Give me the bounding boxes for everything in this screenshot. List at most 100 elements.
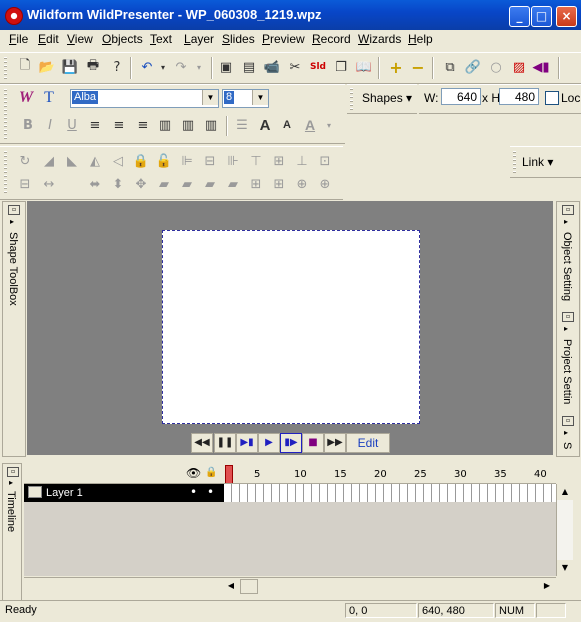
export-icon[interactable]: ▨ bbox=[510, 58, 528, 76]
toolbar-grip[interactable] bbox=[4, 57, 7, 79]
play-slide-icon[interactable]: ▶▮ bbox=[236, 433, 258, 453]
align-center-h-icon[interactable]: ⊟ bbox=[201, 152, 219, 170]
font-color-icon[interactable]: A bbox=[301, 116, 319, 134]
object-setting-label[interactable]: Object Setting bbox=[561, 232, 573, 301]
project-settings-label[interactable]: Project Settin bbox=[561, 339, 573, 404]
panel-arrow-icon[interactable]: ▸ bbox=[10, 217, 14, 226]
panel-arrow-icon[interactable]: ▸ bbox=[564, 324, 568, 333]
rewind-icon[interactable]: ◀◀ bbox=[191, 433, 213, 453]
bullets-icon[interactable]: ☰ bbox=[233, 116, 251, 134]
font-color-dropdown-icon[interactable]: ▾ bbox=[320, 116, 338, 134]
panel-pin-icon[interactable]: ▫ bbox=[7, 467, 19, 477]
panel-arrow-icon[interactable]: ▸ bbox=[564, 428, 568, 437]
stop-icon[interactable]: ■ bbox=[302, 433, 324, 453]
app-icon[interactable] bbox=[5, 7, 23, 25]
toolbar-grip[interactable] bbox=[4, 151, 7, 195]
stretch-h-icon[interactable]: ↔ bbox=[40, 175, 58, 193]
align-right-edge-icon[interactable]: ⊪ bbox=[224, 152, 242, 170]
text-tool-icon[interactable]: T bbox=[40, 89, 58, 107]
group-icon[interactable]: ⧉ bbox=[441, 58, 459, 76]
circle-icon[interactable]: ○ bbox=[487, 58, 505, 76]
minimize-button[interactable]: _ bbox=[509, 6, 530, 27]
font-name-select[interactable]: Alba ▼ bbox=[70, 89, 219, 108]
slide-view-icon[interactable]: ▣ bbox=[217, 58, 235, 76]
panel-arrow-icon[interactable]: ▸ bbox=[564, 217, 568, 226]
record-video-icon[interactable]: 📹 bbox=[263, 58, 281, 76]
play-all-icon[interactable]: ▮▶ bbox=[280, 433, 302, 453]
pause-icon[interactable]: ❚❚ bbox=[214, 433, 236, 453]
align-top-icon[interactable]: ⊤ bbox=[247, 152, 265, 170]
shrink-font-icon[interactable]: A bbox=[278, 116, 296, 134]
font-size-select[interactable]: 8 ▼ bbox=[222, 89, 269, 108]
unlock-icon[interactable]: 🔓 bbox=[155, 152, 173, 170]
edit-button[interactable]: Edit bbox=[346, 433, 390, 453]
scroll-down-icon[interactable]: ▼ bbox=[557, 560, 573, 576]
save-icon[interactable]: 💾 bbox=[61, 58, 79, 76]
slide-canvas[interactable] bbox=[162, 230, 420, 424]
skew-right-icon[interactable]: ◣ bbox=[63, 152, 81, 170]
maximize-button[interactable]: □ bbox=[531, 6, 552, 27]
toolbar-grip[interactable] bbox=[4, 89, 7, 139]
align-left-icon[interactable]: ≡ bbox=[86, 116, 104, 134]
menu-objects[interactable]: Objects bbox=[102, 32, 143, 46]
flip-vertical-icon[interactable]: ◁ bbox=[109, 152, 127, 170]
link-dropdown[interactable]: Link ▾ bbox=[522, 155, 553, 169]
new-icon[interactable]: 🗋 bbox=[16, 58, 34, 76]
space-h-icon[interactable]: ⊞ bbox=[247, 175, 265, 193]
play-icon[interactable]: ▶ bbox=[258, 433, 280, 453]
open-icon[interactable]: 📂 bbox=[38, 58, 56, 76]
panel-pin-icon[interactable]: ▫ bbox=[562, 312, 574, 322]
scroll-up-icon[interactable]: ▲ bbox=[557, 484, 573, 500]
menu-help[interactable]: Help bbox=[408, 32, 433, 46]
spacing-icon[interactable]: ▥ bbox=[179, 116, 197, 134]
help-icon[interactable]: ? bbox=[108, 58, 126, 76]
timeline-vscrollbar[interactable]: ▲ ▼ bbox=[556, 484, 573, 576]
menu-text[interactable]: Text bbox=[150, 32, 172, 46]
skew-left-icon[interactable]: ◢ bbox=[40, 152, 58, 170]
menu-record[interactable]: Record bbox=[312, 32, 351, 46]
space-v-icon[interactable]: ⊞ bbox=[270, 175, 288, 193]
remove-icon[interactable]: − bbox=[409, 58, 427, 77]
menu-preview[interactable]: Preview bbox=[262, 32, 305, 46]
visibility-dot-icon[interactable]: • bbox=[190, 485, 197, 499]
width-field[interactable]: 640 bbox=[441, 88, 481, 105]
center-page-h-icon[interactable]: ⊕ bbox=[293, 175, 311, 193]
menu-layer[interactable]: Layer bbox=[184, 32, 214, 46]
same-height-icon[interactable]: ⬍ bbox=[109, 175, 127, 193]
playhead[interactable] bbox=[225, 465, 233, 483]
layer-row[interactable]: Layer 1 • • bbox=[24, 484, 224, 502]
panel-s-label[interactable]: S bbox=[561, 442, 573, 449]
align-middle-icon[interactable]: ⊞ bbox=[270, 152, 288, 170]
align-center-icon[interactable]: ≡ bbox=[110, 116, 128, 134]
wordart-icon[interactable]: W bbox=[17, 89, 35, 107]
book-icon[interactable]: 📖 bbox=[355, 58, 373, 76]
send-backward-icon[interactable]: ▰ bbox=[201, 175, 219, 193]
panel-pin-icon[interactable]: ▫ bbox=[562, 416, 574, 426]
timeline-label[interactable]: Timeline bbox=[5, 491, 17, 532]
slide-icon[interactable]: Sld bbox=[309, 58, 327, 76]
panel-pin-icon[interactable]: ▫ bbox=[562, 205, 574, 215]
menu-wizards[interactable]: Wizards bbox=[358, 32, 401, 46]
shapes-dropdown[interactable]: Shapes ▾ bbox=[362, 91, 412, 105]
chevron-down-icon[interactable]: ▼ bbox=[252, 90, 268, 105]
menu-slides[interactable]: Slides bbox=[222, 32, 255, 46]
lock-icon[interactable]: 🔒 bbox=[132, 152, 150, 170]
distribute-icon[interactable]: ⊡ bbox=[316, 152, 334, 170]
tools-icon[interactable]: ✂ bbox=[286, 58, 304, 76]
height-field[interactable]: 480 bbox=[499, 88, 539, 105]
panel-arrow-icon[interactable]: ▸ bbox=[9, 478, 13, 487]
lock-dot-icon[interactable]: • bbox=[207, 485, 214, 499]
undo-dropdown-icon[interactable]: ▾ bbox=[154, 58, 172, 76]
menu-file[interactable]: File bbox=[9, 32, 28, 46]
chevron-down-icon[interactable]: ▼ bbox=[202, 90, 218, 105]
italic-icon[interactable]: I bbox=[41, 116, 59, 134]
lock-checkbox[interactable] bbox=[545, 91, 559, 105]
slide-list-icon[interactable]: ▤ bbox=[240, 58, 258, 76]
fast-forward-icon[interactable]: ▶▶ bbox=[324, 433, 346, 453]
bold-icon[interactable]: B bbox=[19, 116, 37, 134]
underline-icon[interactable]: U bbox=[63, 116, 81, 134]
fit-icon[interactable]: ⊟ bbox=[16, 175, 34, 193]
shape-toolbox-label[interactable]: Shape ToolBox bbox=[7, 232, 19, 306]
rotate-icon[interactable]: ↻ bbox=[16, 152, 34, 170]
timeline-hscrollbar[interactable]: ◀ ▶ bbox=[24, 577, 556, 594]
